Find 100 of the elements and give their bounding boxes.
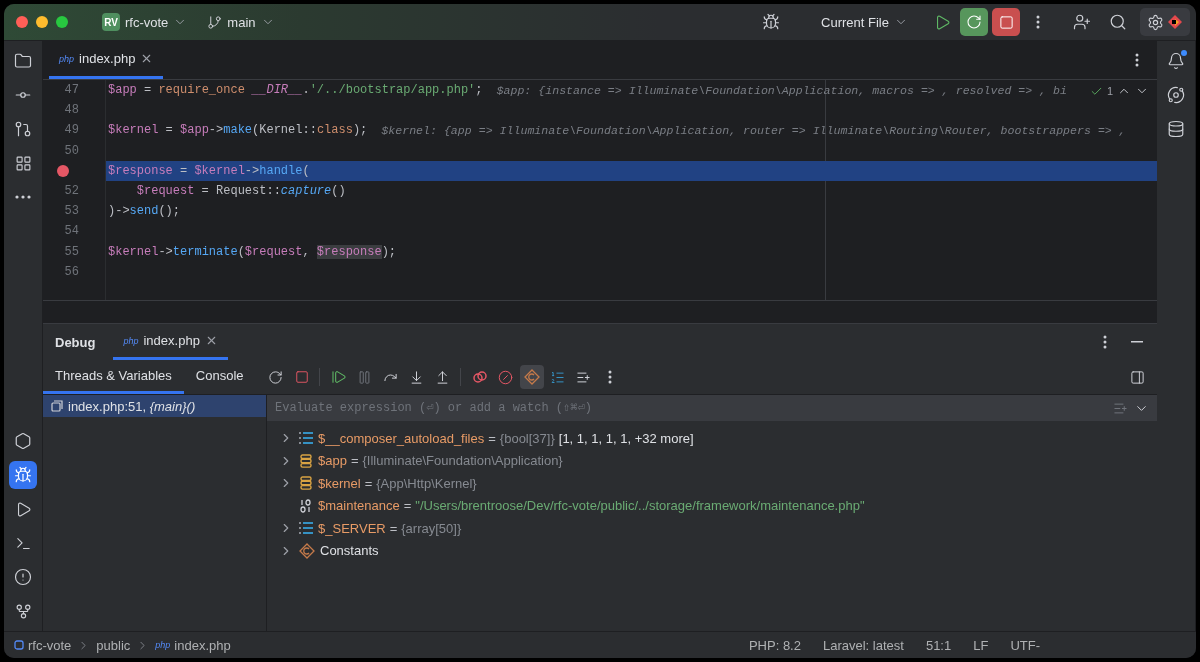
code-token: $kernel bbox=[194, 163, 245, 178]
code-token: $kernel bbox=[108, 244, 159, 259]
status-item[interactable]: Laravel: latest bbox=[822, 637, 904, 653]
line-number: 55 bbox=[64, 244, 79, 259]
bell-icon bbox=[1167, 52, 1185, 70]
search-icon bbox=[1109, 13, 1127, 31]
code-token: send bbox=[129, 204, 159, 219]
code-token: make bbox=[223, 123, 253, 138]
status-item[interactable]: UTF- bbox=[1010, 637, 1040, 653]
code-token: $response bbox=[108, 163, 173, 178]
rerun-debug-button[interactable] bbox=[960, 8, 988, 36]
folder-icon bbox=[14, 52, 32, 70]
file-type-icon: php bbox=[155, 640, 171, 650]
status-item[interactable]: 51:1 bbox=[925, 637, 952, 653]
more-icon bbox=[607, 370, 612, 384]
minimize-button[interactable] bbox=[36, 16, 48, 28]
breakpoint-icon[interactable] bbox=[57, 164, 69, 177]
variable-text: $app = {Illuminate\Foundation\Application} bbox=[318, 453, 563, 469]
code-token: __DIR__ bbox=[252, 83, 303, 98]
rerun-icon bbox=[966, 14, 982, 30]
breadcrumb[interactable]: public bbox=[96, 637, 131, 653]
stack-icon bbox=[299, 476, 313, 491]
run-config-selector[interactable]: Current File bbox=[815, 10, 914, 34]
editor-tab[interactable]: php index.php bbox=[49, 41, 164, 79]
close-button[interactable] bbox=[16, 16, 28, 28]
stop-button[interactable] bbox=[992, 8, 1020, 36]
variable-text: $_SERVER = {array[50]} bbox=[318, 520, 462, 536]
code-token: ); bbox=[381, 244, 397, 259]
stack-frame[interactable]: index.php:51, {main}() bbox=[43, 395, 266, 417]
code-token: = bbox=[179, 163, 189, 178]
variable-row[interactable]: $_SERVER = {array[50]} bbox=[277, 517, 1157, 540]
variable-row[interactable]: $kernel = {App\Http\Kernel} bbox=[277, 472, 1157, 495]
breadcrumb[interactable]: php index.php bbox=[155, 637, 231, 653]
minus-icon bbox=[1131, 341, 1143, 343]
status-item[interactable]: LF bbox=[973, 637, 989, 653]
settings-button[interactable] bbox=[1140, 8, 1190, 36]
debug-title: Debug bbox=[55, 333, 96, 352]
evaluate-field[interactable]: Evaluate expression (⏎) or add a watch (⇧⌘⏎) bbox=[267, 395, 1157, 421]
stack-icon bbox=[299, 453, 313, 468]
list-icon bbox=[299, 521, 313, 536]
line-number: 56 bbox=[64, 264, 79, 279]
bug-icon bbox=[762, 13, 781, 31]
code-token: handle bbox=[259, 163, 303, 178]
zoom-button[interactable] bbox=[56, 16, 68, 28]
code-token: () bbox=[331, 184, 346, 199]
line-number: 52 bbox=[64, 184, 79, 199]
constant-icon bbox=[299, 542, 315, 559]
branch-selector[interactable]: main bbox=[201, 10, 281, 34]
variable-row[interactable]: $__composer_autoload_files = {bool[37]} [1, 1, 1, 1, 1, +32 more] bbox=[277, 427, 1157, 450]
alert-icon bbox=[14, 568, 32, 586]
variable-text: Constants bbox=[320, 543, 379, 559]
code-token: -> bbox=[158, 244, 173, 259]
debug-tool-button[interactable] bbox=[9, 461, 37, 489]
stop-icon bbox=[294, 370, 309, 384]
settings-icon bbox=[1147, 13, 1164, 31]
code-token: ; bbox=[475, 83, 483, 98]
variable-row[interactable]: Constants bbox=[277, 539, 1157, 562]
variable-text: $maintenance = "/Users/brentroose/Dev/rfc-vote/public/../storage/framework/maintenance.php" bbox=[318, 498, 865, 514]
binary-icon bbox=[299, 498, 313, 513]
debug-session-tab[interactable]: php index.php bbox=[113, 324, 228, 360]
line-number: 49 bbox=[64, 123, 79, 138]
debug-tab[interactable]: Console bbox=[183, 360, 256, 394]
code-token: = bbox=[164, 123, 174, 138]
module-icon bbox=[14, 640, 24, 650]
break-on-exceptions-button[interactable] bbox=[519, 365, 544, 389]
grid-icon bbox=[14, 154, 32, 172]
status-item[interactable]: PHP: 8.2 bbox=[748, 637, 801, 653]
branch-icon bbox=[207, 14, 223, 30]
list-plus-icon bbox=[576, 369, 592, 385]
hexagon-icon bbox=[14, 432, 32, 450]
code-token: , bbox=[302, 244, 311, 259]
variable-row[interactable]: $app = {Illuminate\Foundation\Application} bbox=[277, 449, 1157, 472]
code-token: terminate bbox=[172, 244, 238, 259]
frame-icon bbox=[51, 400, 63, 412]
code-token: $request bbox=[135, 184, 195, 199]
variable-row[interactable]: $maintenance = "/Users/brentroose/Dev/rfc-vote/public/../storage/framework/maintenance.php" bbox=[277, 494, 1157, 517]
ordered-list-icon bbox=[550, 369, 566, 385]
code-token: (); bbox=[158, 204, 181, 219]
file-type-icon: php bbox=[123, 335, 139, 346]
file-type-icon: php bbox=[59, 53, 75, 64]
pause-icon bbox=[357, 369, 373, 385]
list-icon bbox=[299, 431, 313, 446]
fork-icon bbox=[14, 602, 32, 620]
pull-request-icon bbox=[14, 120, 32, 138]
project-selector[interactable]: RV rfc-vote bbox=[96, 9, 194, 35]
code-token: $kernel bbox=[108, 123, 159, 138]
line-number: 48 bbox=[64, 103, 79, 118]
panel-icon bbox=[1129, 369, 1145, 385]
code-token: = Request:: bbox=[200, 184, 281, 199]
line-number: 50 bbox=[64, 143, 79, 158]
code-token: ); bbox=[352, 123, 368, 138]
database-icon bbox=[1167, 120, 1185, 138]
orbit-icon bbox=[1167, 86, 1185, 104]
variable-text: $__composer_autoload_files = {bool[37]} [1, 1, 1, 1, 1, +32 more] bbox=[318, 430, 694, 446]
linked-circles-icon bbox=[471, 369, 488, 385]
breadcrumb[interactable]: rfc-vote bbox=[14, 637, 72, 653]
code-token: $request bbox=[244, 244, 303, 259]
code-token: $response bbox=[316, 244, 382, 259]
code-token: capture bbox=[280, 184, 332, 199]
variable-text: $kernel = {App\Http\Kernel} bbox=[318, 475, 477, 491]
